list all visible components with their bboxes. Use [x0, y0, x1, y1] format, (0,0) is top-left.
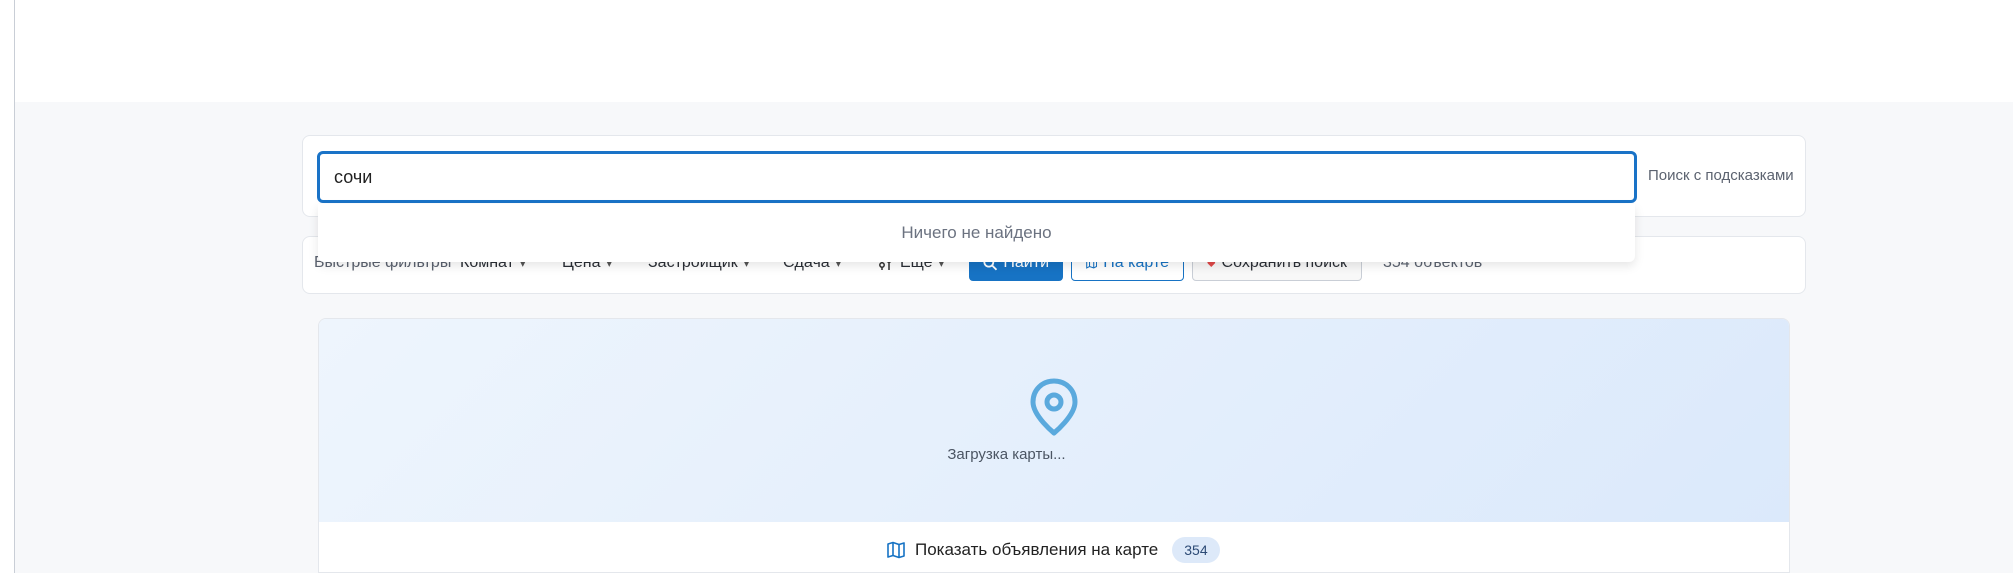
show-on-map-label: Показать объявления на карте [915, 540, 1159, 559]
map-count-badge: 354 [1172, 537, 1220, 563]
suggestions-dropdown: Ничего не найдено [318, 204, 1635, 262]
search-hint: Поиск с подсказками [1648, 167, 1794, 184]
show-on-map-link[interactable]: Показать объявления на карте 354 [887, 537, 1220, 563]
search-input[interactable] [317, 151, 1637, 203]
map-loading-text: Загрузка карты... [947, 446, 1066, 463]
location-pin-icon [1030, 378, 1078, 436]
map-book-icon [887, 541, 905, 559]
no-results-text: Ничего не найдено [901, 223, 1052, 242]
